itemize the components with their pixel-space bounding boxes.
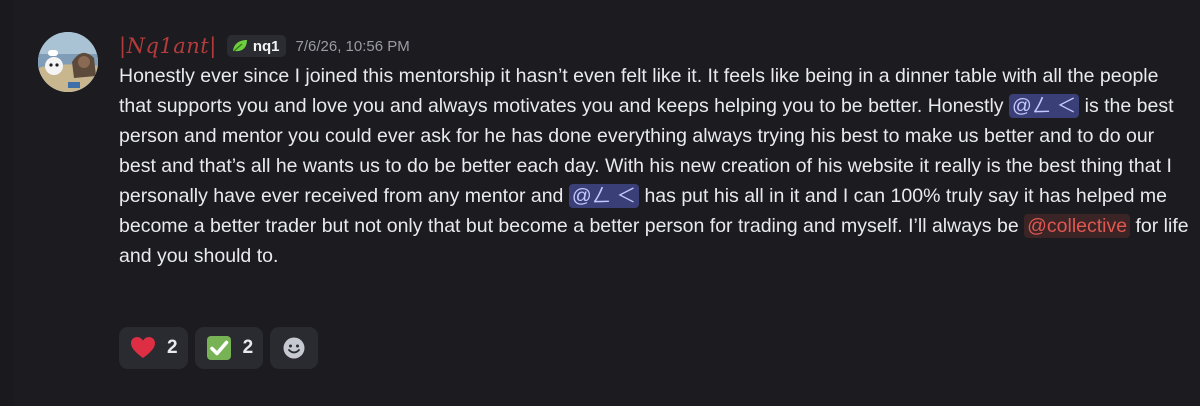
- user-tag[interactable]: nq1: [226, 35, 286, 57]
- check-mark-icon: [206, 336, 231, 360]
- reaction-count: 2: [167, 337, 178, 358]
- reaction-bar: 2 2: [119, 327, 319, 369]
- reaction-check[interactable]: 2: [194, 327, 264, 369]
- reaction-count: 2: [242, 337, 254, 358]
- add-reaction-button[interactable]: [270, 327, 319, 369]
- tag-label: nq1: [252, 37, 280, 55]
- avatar[interactable]: [38, 32, 98, 92]
- message-content: Honestly ever since I joined this mentor…: [119, 61, 1189, 271]
- chat-message: |Nq1ant| nq1 7/6/26, 10:56 PM Honestly e…: [14, 0, 1200, 406]
- username[interactable]: |Nq1ant|: [119, 34, 217, 58]
- smiley-add-icon: [283, 337, 305, 359]
- avatar-image: [38, 32, 98, 92]
- reaction-heart[interactable]: 2: [119, 327, 188, 369]
- timestamp: 7/6/26, 10:56 PM: [295, 37, 410, 55]
- heart-icon: [131, 337, 155, 358]
- message-header: |Nq1ant| nq1 7/6/26, 10:56 PM: [119, 32, 410, 60]
- leaf-icon: [232, 40, 247, 52]
- message-text: Honestly ever since I joined this mentor…: [119, 65, 1159, 117]
- user-mention[interactable]: @ㄥ ＜: [568, 184, 640, 208]
- role-mention[interactable]: @collective: [1024, 214, 1131, 238]
- user-mention[interactable]: @ㄥ ＜: [1008, 94, 1080, 118]
